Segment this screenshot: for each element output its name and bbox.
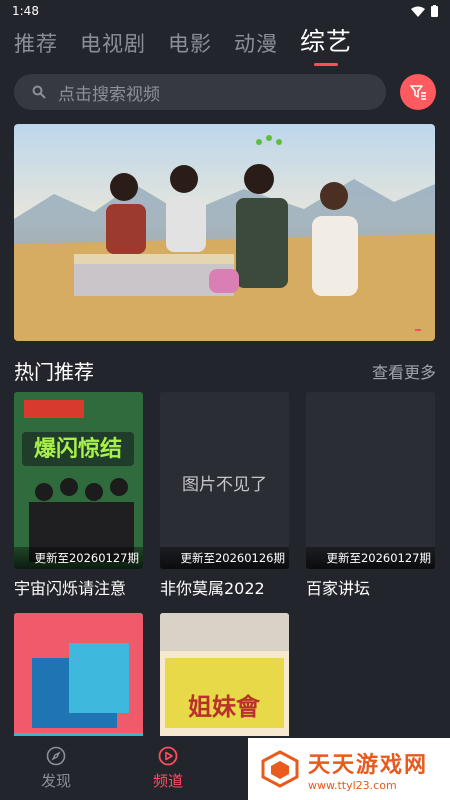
video-card[interactable]: 爆闪惊结 更新至20260127期 宇宙闪烁请注意 bbox=[14, 392, 143, 599]
video-title: 宇宙闪烁请注意 bbox=[14, 579, 127, 598]
poster-image: 爆闪惊结 bbox=[14, 392, 143, 569]
video-thumbnail: 更新至20260127期 bbox=[306, 392, 435, 569]
search-input[interactable]: 点击搜索视频 bbox=[14, 74, 386, 110]
carousel-indicator bbox=[415, 329, 421, 331]
search-placeholder: 点击搜索视频 bbox=[58, 84, 160, 105]
search-icon bbox=[32, 85, 46, 99]
section-header: 热门推荐 查看更多 bbox=[14, 356, 436, 385]
nav-channel-label: 频道 bbox=[152, 771, 183, 790]
watermark-url: www.ttyl23.com bbox=[308, 778, 397, 792]
nav-discover-label: 发现 bbox=[40, 771, 71, 790]
tab-anime[interactable]: 动漫 bbox=[234, 28, 278, 64]
update-badge: 更新至20260127期 bbox=[306, 547, 435, 569]
status-icons bbox=[411, 5, 438, 17]
update-badge: 更新至20260127期 bbox=[14, 547, 143, 569]
play-icon bbox=[158, 746, 178, 765]
update-badge: 更新至20260126期 bbox=[160, 547, 289, 569]
tab-tv-series[interactable]: 电视剧 bbox=[80, 28, 146, 64]
filter-icon bbox=[410, 85, 426, 100]
video-title: 非你莫属2022 bbox=[160, 579, 265, 598]
banner-image bbox=[14, 135, 435, 341]
image-missing-text: 图片不见了 bbox=[182, 475, 267, 495]
nav-channel[interactable]: 频道 bbox=[112, 736, 224, 800]
watermark-text: 天天游戏网 www.ttyl23.com bbox=[308, 747, 428, 792]
tab-movies[interactable]: 电影 bbox=[168, 28, 212, 64]
video-thumbnail: 图片不见了 更新至20260126期 bbox=[160, 392, 289, 569]
tab-recommend[interactable]: 推荐 bbox=[14, 28, 58, 64]
nav-discover[interactable]: 发现 bbox=[0, 736, 112, 800]
filter-button[interactable] bbox=[400, 74, 436, 110]
section-title: 热门推荐 bbox=[14, 360, 94, 384]
view-more-link[interactable]: 查看更多 bbox=[372, 359, 436, 383]
video-title: 百家讲坛 bbox=[306, 579, 371, 598]
watermark-logo-icon bbox=[261, 750, 299, 788]
status-bar: 1:48 bbox=[0, 0, 450, 22]
tab-variety[interactable]: 综艺 bbox=[300, 22, 352, 66]
search-row: 点击搜索视频 bbox=[14, 74, 436, 110]
banner-carousel[interactable] bbox=[14, 124, 435, 341]
video-card[interactable]: 更新至20260127期 百家讲坛 bbox=[306, 392, 435, 599]
watermark: 天天游戏网 www.ttyl23.com bbox=[248, 738, 450, 800]
compass-icon bbox=[46, 746, 66, 765]
watermark-title: 天天游戏网 bbox=[308, 752, 429, 778]
battery-icon bbox=[431, 5, 438, 17]
video-card[interactable]: 图片不见了 更新至20260126期 非你莫属2022 bbox=[160, 392, 289, 599]
category-tabs: 推荐 电视剧 电影 动漫 综艺 bbox=[14, 26, 436, 66]
poster-title: 姐妹會 bbox=[188, 693, 261, 721]
poster-title: 爆闪惊结 bbox=[34, 436, 122, 462]
wifi-icon bbox=[411, 6, 425, 17]
status-time: 1:48 bbox=[12, 4, 39, 18]
video-thumbnail: 爆闪惊结 更新至20260127期 bbox=[14, 392, 143, 569]
